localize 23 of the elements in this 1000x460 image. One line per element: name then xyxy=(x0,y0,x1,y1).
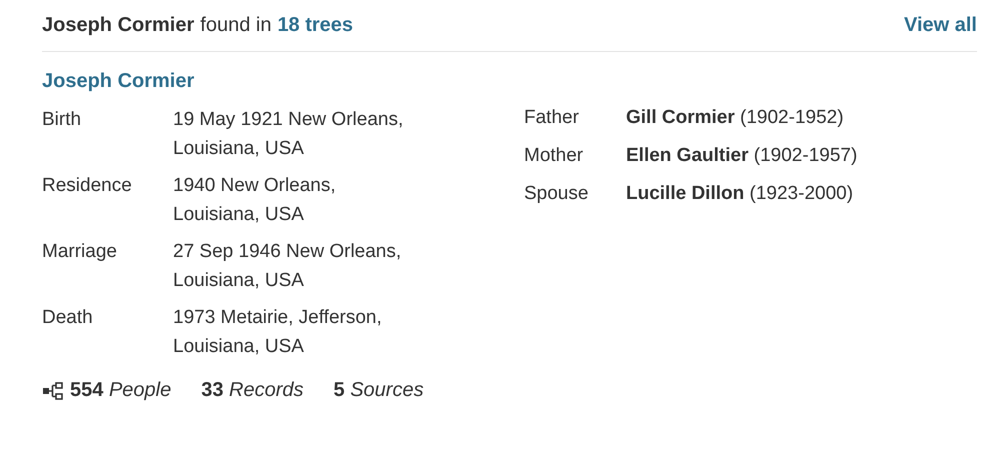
relation-label: Mother xyxy=(524,144,584,168)
fact-label: Residence xyxy=(42,174,133,198)
stat-count: 5 Sources xyxy=(334,379,424,402)
fact-value: 27 Sep 1946 New Orleans, Louisiana, USA xyxy=(173,240,402,293)
fact-value: 19 May 1921 New Orleans, Louisiana, USA xyxy=(173,108,404,161)
fact-value: 1973 Metairie, Jefferson, Louisiana, USA xyxy=(173,306,383,359)
person-name: Joseph Cormier xyxy=(42,14,194,37)
view-all-link[interactable]: View all xyxy=(904,14,977,37)
trees-link[interactable]: 18 trees xyxy=(277,14,354,37)
family-member: Ellen Gaultier (1902-1957) xyxy=(626,144,858,168)
stat-count: 554 People xyxy=(70,379,172,402)
found-in-text: found in xyxy=(200,14,272,37)
fact-label: Marriage xyxy=(42,240,118,264)
fact-label: Birth xyxy=(42,108,82,132)
stat-count: 33 Records xyxy=(201,379,304,402)
relation-label: Spouse xyxy=(524,182,590,206)
tree-icon xyxy=(42,382,64,400)
fact-value: 1940 New Orleans, Louisiana, USA xyxy=(173,174,337,227)
family-member: Lucille Dillon (1923-2000) xyxy=(626,182,854,206)
person-link[interactable]: Joseph Cormier xyxy=(42,70,194,93)
fact-label: Death xyxy=(42,306,94,330)
family-member: Gill Cormier (1902-1952) xyxy=(626,106,845,130)
relation-label: Father xyxy=(524,106,580,130)
